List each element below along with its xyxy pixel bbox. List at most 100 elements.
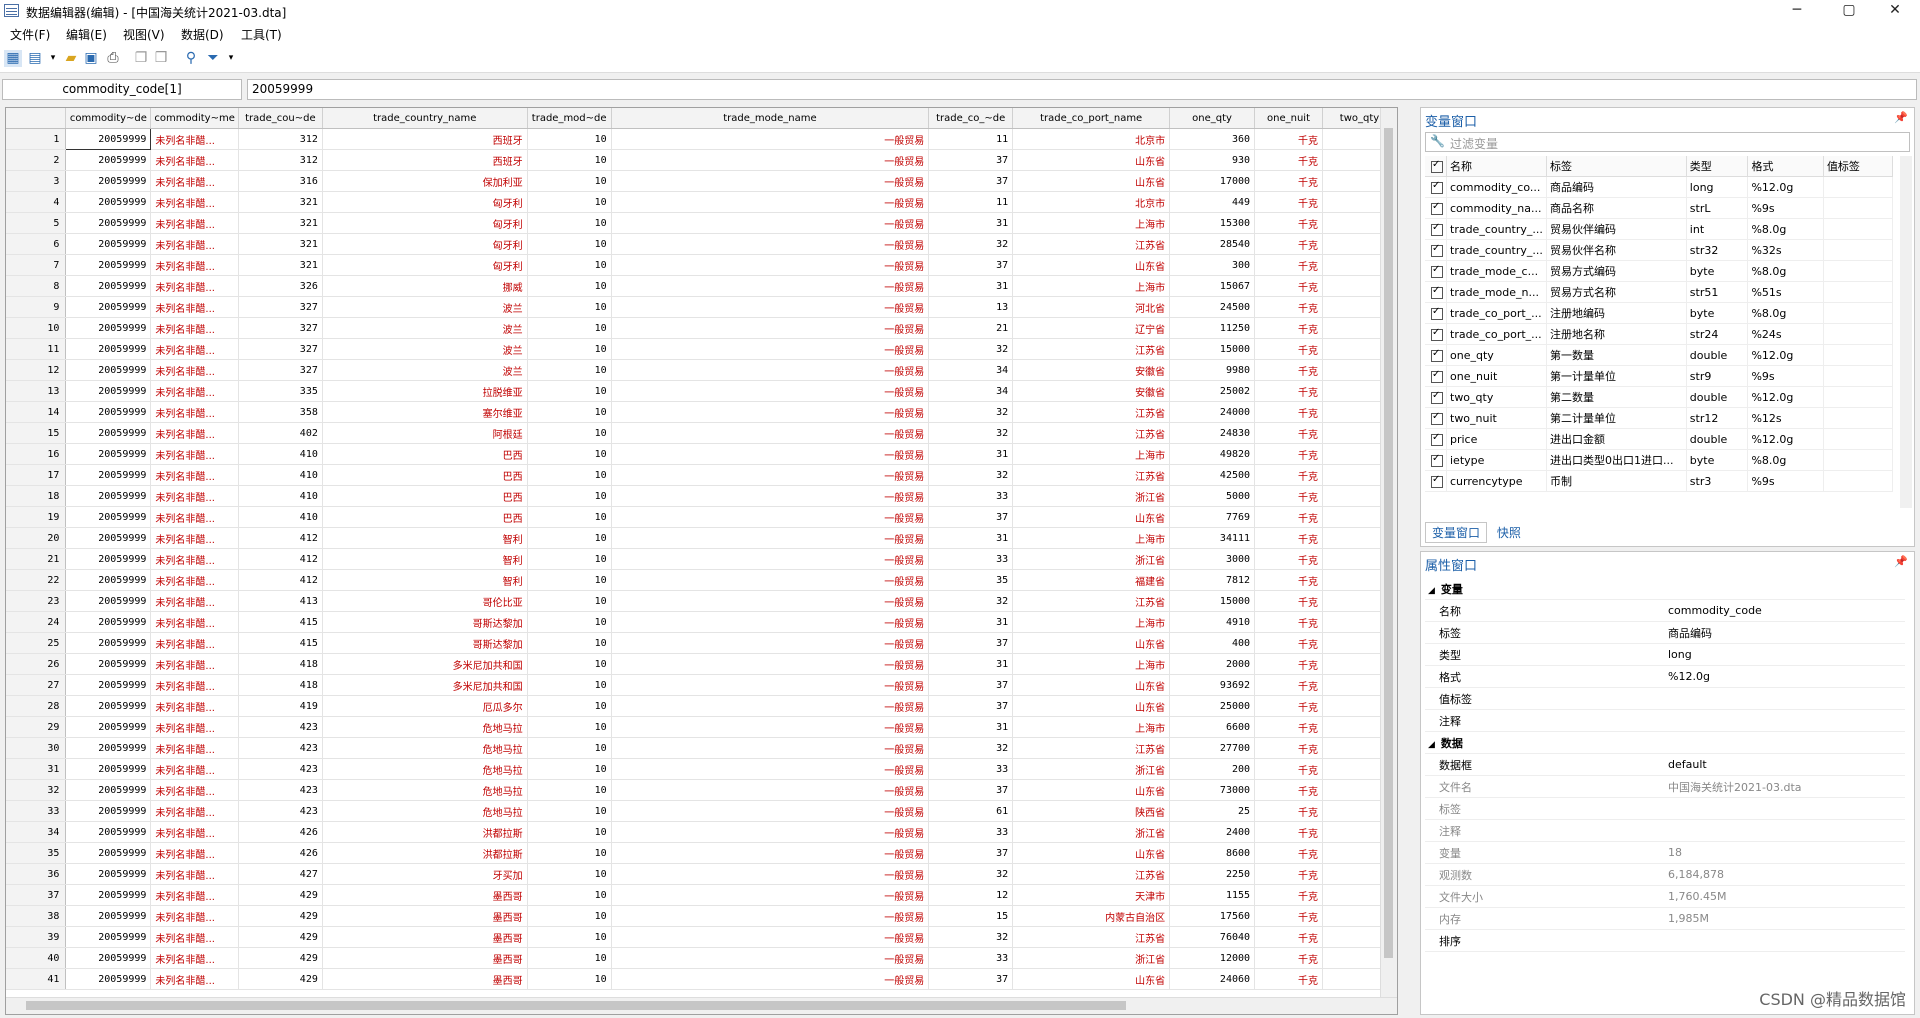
table-cell[interactable]: 20059999 [65, 674, 152, 696]
table-cell[interactable]: 江苏省 [1012, 422, 1171, 444]
table-cell[interactable]: 20059999 [65, 737, 152, 759]
table-cell[interactable]: 15 [928, 905, 1014, 927]
table-cell[interactable]: 37 [928, 149, 1014, 171]
table-cell[interactable]: 32 [928, 590, 1014, 612]
table-cell[interactable]: 10 [527, 842, 612, 864]
table-cell[interactable]: 千克 [1254, 863, 1323, 885]
table-cell[interactable]: 31 [928, 653, 1014, 675]
table-cell[interactable]: 10 [527, 863, 612, 885]
table-cell[interactable]: 20059999 [65, 338, 152, 360]
table-cell[interactable]: 一般贸易 [611, 506, 930, 528]
variable-checkbox[interactable] [1425, 281, 1447, 303]
table-cell[interactable]: 2400 [1169, 821, 1256, 843]
table-cell[interactable]: 10 [527, 737, 612, 759]
table-cell[interactable]: 哥伦比亚 [322, 590, 528, 612]
table-cell[interactable]: 10 [527, 128, 612, 150]
table-cell[interactable]: 20059999 [65, 905, 152, 927]
table-cell[interactable]: 北京市 [1012, 128, 1171, 150]
table-cell[interactable]: 20059999 [65, 968, 152, 990]
menu-file[interactable]: 文件(F) [10, 26, 50, 43]
table-cell[interactable]: 危地马拉 [322, 716, 528, 738]
table-cell[interactable]: 千克 [1254, 611, 1323, 633]
table-cell[interactable]: 20059999 [65, 401, 152, 423]
table-cell[interactable]: 4910 [1169, 611, 1256, 633]
table-cell[interactable]: 浙江省 [1012, 821, 1171, 843]
column-header[interactable]: trade_cou~de [238, 108, 323, 129]
table-cell[interactable]: 426 [238, 842, 323, 864]
table-cell[interactable]: 10 [527, 611, 612, 633]
table-cell[interactable]: 10 [527, 800, 612, 822]
table-cell[interactable]: 千克 [1254, 359, 1323, 381]
table-cell[interactable]: 一般贸易 [611, 632, 930, 654]
table-cell[interactable]: 33 [928, 485, 1014, 507]
table-cell[interactable]: 千克 [1254, 758, 1323, 780]
table-cell[interactable]: 波兰 [322, 317, 528, 339]
column-header[interactable]: commodity~de [65, 108, 152, 129]
table-cell[interactable]: 安徽省 [1012, 380, 1171, 402]
table-cell[interactable]: 10 [527, 338, 612, 360]
table-cell[interactable]: 25002 [1169, 380, 1256, 402]
table-cell[interactable]: 一般贸易 [611, 758, 930, 780]
table-cell[interactable]: 13 [928, 296, 1014, 318]
table-cell[interactable]: 一般贸易 [611, 191, 930, 213]
table-cell[interactable]: 10 [527, 191, 612, 213]
table-cell[interactable]: 未列名非醋... [150, 233, 239, 255]
table-cell[interactable]: 千克 [1254, 716, 1323, 738]
table-cell[interactable]: 32 [928, 863, 1014, 885]
table-cell[interactable]: 千克 [1254, 149, 1323, 171]
table-cell[interactable]: 32 [928, 464, 1014, 486]
variable-checkbox[interactable] [1425, 344, 1447, 366]
table-cell[interactable]: 未列名非醋... [150, 548, 239, 570]
table-cell[interactable]: 多米尼加共和国 [322, 674, 528, 696]
menu-data[interactable]: 数据(D) [181, 26, 224, 43]
table-cell[interactable]: 20059999 [65, 191, 152, 213]
table-cell[interactable]: 未列名非醋... [150, 422, 239, 444]
table-cell[interactable]: 7812 [1169, 569, 1256, 591]
table-cell[interactable]: 3000 [1169, 548, 1256, 570]
table-cell[interactable]: 一般贸易 [611, 275, 930, 297]
table-cell[interactable]: 巴西 [322, 443, 528, 465]
table-cell[interactable]: 10 [527, 632, 612, 654]
table-cell[interactable]: 10 [527, 296, 612, 318]
table-cell[interactable]: 12000 [1169, 947, 1256, 969]
table-cell[interactable]: 挪威 [322, 275, 528, 297]
search-icon[interactable]: ⚲ [182, 50, 200, 67]
table-cell[interactable]: 326 [238, 275, 323, 297]
table-cell[interactable]: 一般贸易 [611, 695, 930, 717]
table-cell[interactable]: 未列名非醋... [150, 863, 239, 885]
browse-mode-icon[interactable]: ▤ [26, 50, 44, 67]
variable-row[interactable]: trade_mode_n...贸易方式名称str51%51s [1425, 281, 1893, 303]
table-cell[interactable]: 千克 [1254, 275, 1323, 297]
table-cell[interactable]: 20059999 [65, 821, 152, 843]
table-cell[interactable]: 10 [527, 527, 612, 549]
table-cell[interactable]: 未列名非醋... [150, 506, 239, 528]
table-cell[interactable]: 37 [928, 695, 1014, 717]
table-cell[interactable]: 20059999 [65, 632, 152, 654]
table-cell[interactable]: 洪都拉斯 [322, 821, 528, 843]
table-cell[interactable]: 11 [928, 128, 1014, 150]
table-cell[interactable]: 山东省 [1012, 968, 1171, 990]
table-cell[interactable]: 未列名非醋... [150, 170, 239, 192]
table-cell[interactable]: 37 [928, 674, 1014, 696]
variable-row[interactable]: trade_country_...贸易伙伴编码int%8.0g [1425, 218, 1893, 240]
table-cell[interactable]: 37 [928, 170, 1014, 192]
table-cell[interactable]: 未列名非醋... [150, 254, 239, 276]
table-cell[interactable]: 33 [928, 821, 1014, 843]
table-cell[interactable]: 山东省 [1012, 149, 1171, 171]
table-cell[interactable]: 一般贸易 [611, 443, 930, 465]
table-cell[interactable]: 一般贸易 [611, 611, 930, 633]
table-cell[interactable]: 321 [238, 233, 323, 255]
variable-row[interactable]: one_nuit第一计量单位str9%9s [1425, 365, 1893, 387]
table-cell[interactable]: 一般贸易 [611, 821, 930, 843]
table-cell[interactable]: 一般贸易 [611, 779, 930, 801]
table-cell[interactable]: 浙江省 [1012, 947, 1171, 969]
table-cell[interactable]: 智利 [322, 548, 528, 570]
table-cell[interactable]: 61 [928, 800, 1014, 822]
table-cell[interactable]: 厄瓜多尔 [322, 695, 528, 717]
variable-checkbox[interactable] [1425, 407, 1447, 429]
table-cell[interactable]: 10 [527, 359, 612, 381]
table-cell[interactable]: 10 [527, 380, 612, 402]
table-cell[interactable]: 未列名非醋... [150, 632, 239, 654]
table-cell[interactable]: 25 [1169, 800, 1256, 822]
table-cell[interactable]: 10 [527, 884, 612, 906]
